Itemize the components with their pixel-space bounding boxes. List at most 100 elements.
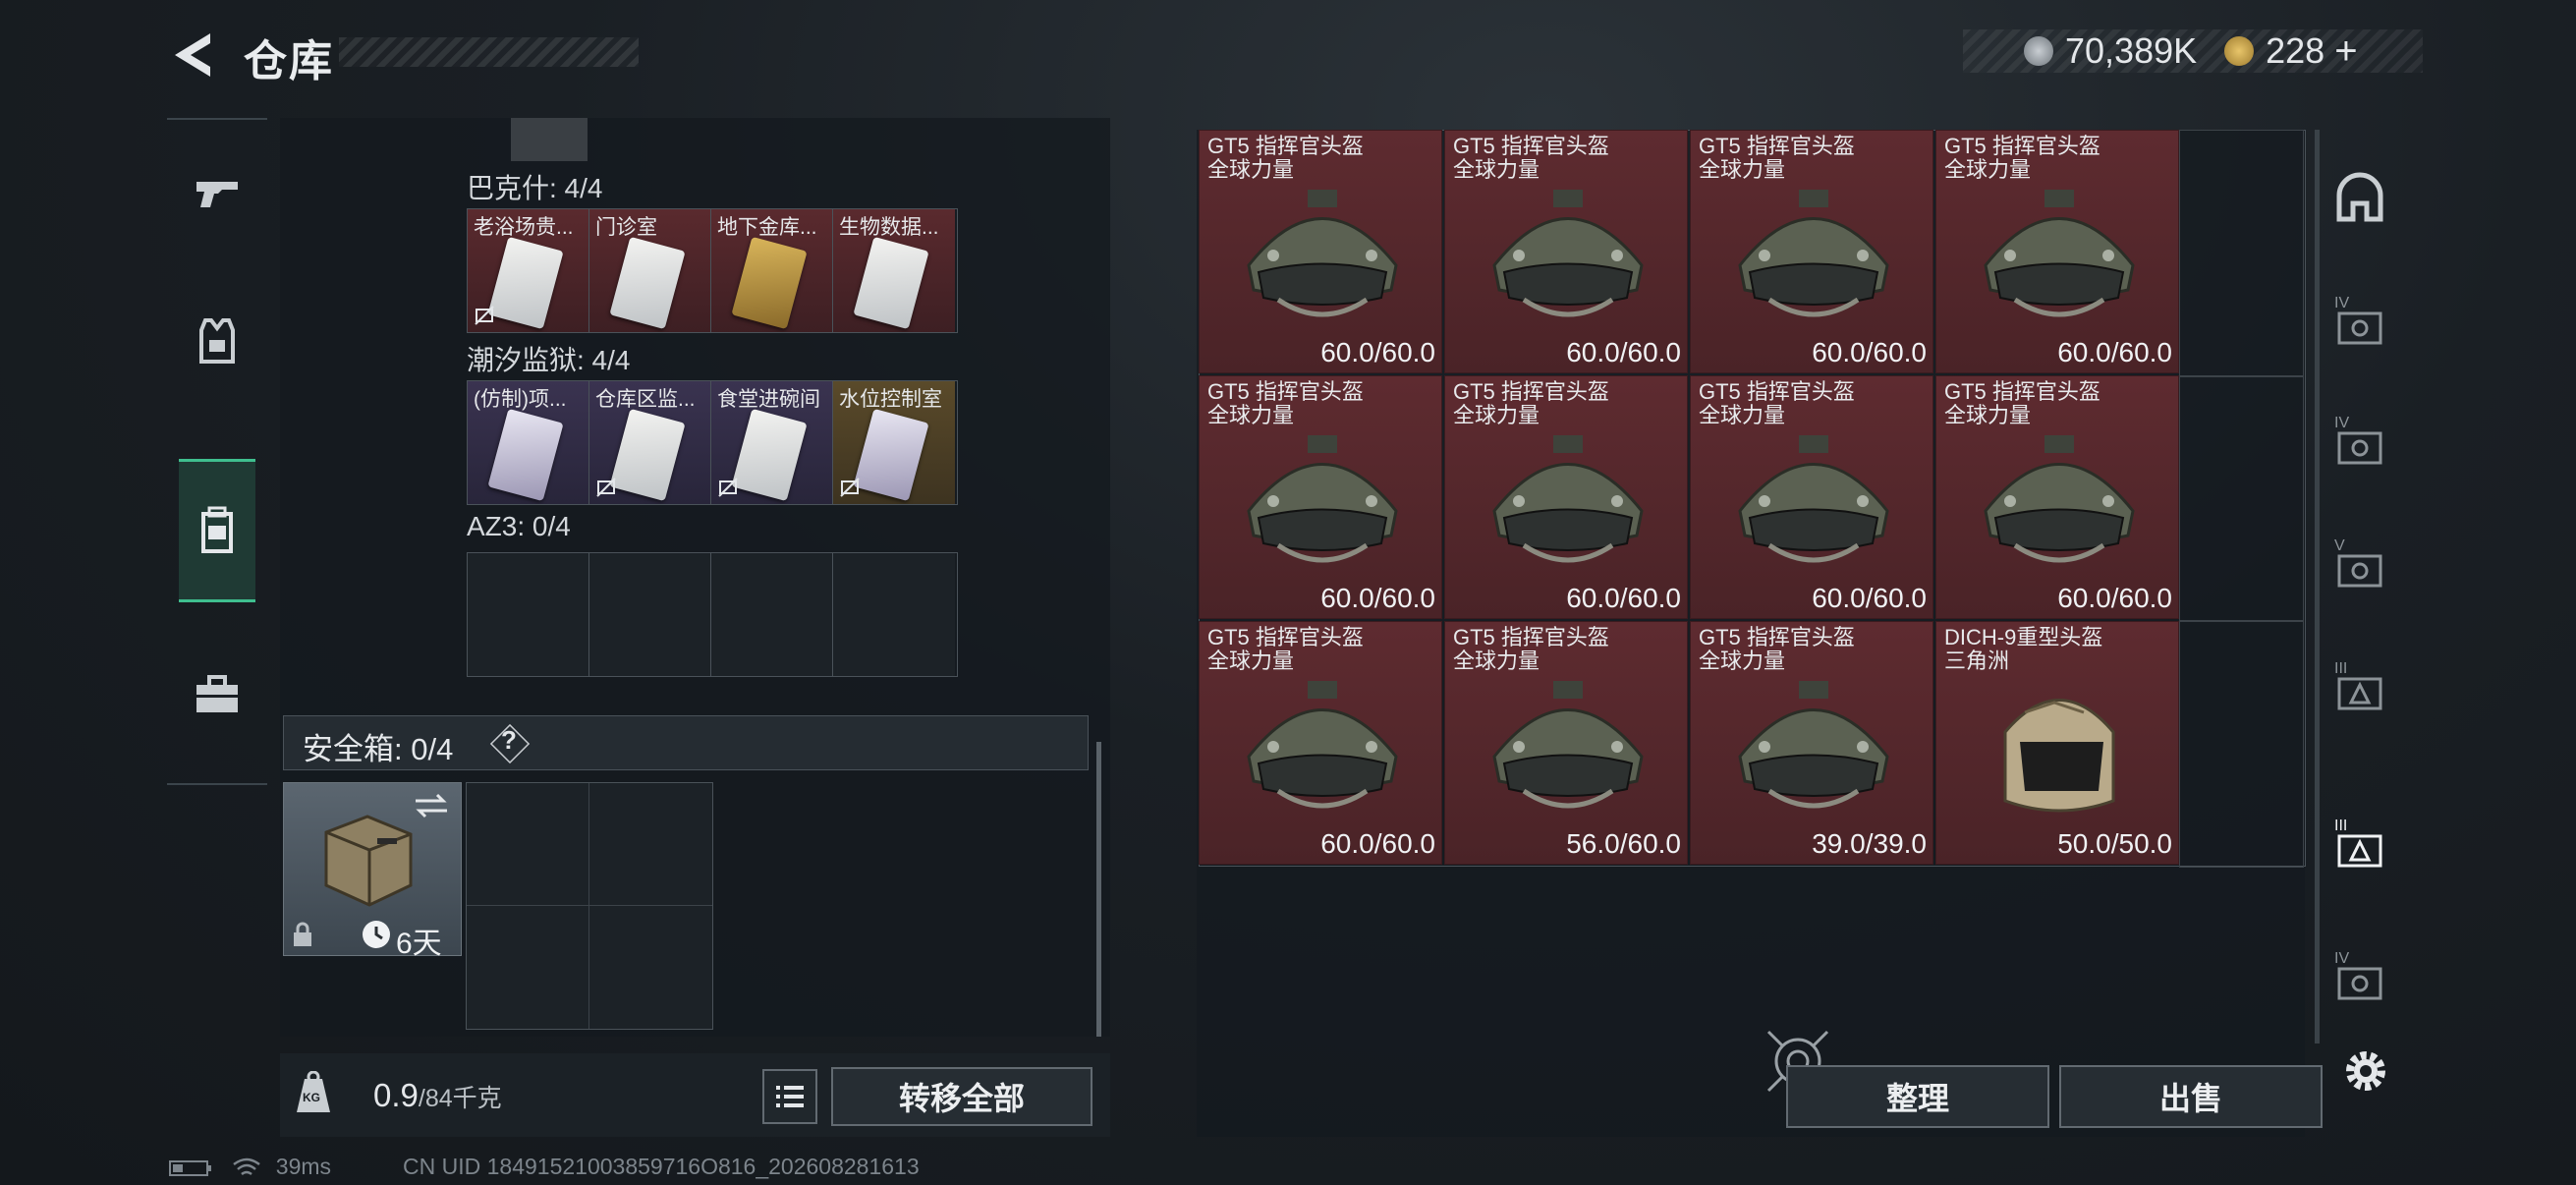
helmet-item[interactable]: GT5 指挥官头盔 全球力量 60.0/60.0 xyxy=(1690,375,1933,619)
helmet-name: GT5 指挥官头盔 全球力量 xyxy=(1699,626,1855,673)
keycard-name: (仿制)项... xyxy=(474,388,567,411)
grid-divider xyxy=(467,905,712,906)
helmet-name: GT5 指挥官头盔 全球力量 xyxy=(1699,380,1855,427)
helmet-title: GT5 指挥官头盔 xyxy=(1699,134,1855,158)
helmet-item[interactable]: GT5 指挥官头盔 全球力量 60.0/60.0 xyxy=(1199,130,1442,373)
keycard-slot[interactable]: 仓库区监... xyxy=(589,381,711,504)
helmet-durability: 60.0/60.0 xyxy=(1320,583,1435,613)
keycard-slot[interactable]: 食堂进碗间 xyxy=(711,381,833,504)
helmet-item[interactable]: GT5 指挥官头盔 全球力量 60.0/60.0 xyxy=(1444,130,1688,373)
keycard-image xyxy=(609,408,686,502)
empty-grid-cell[interactable] xyxy=(2179,130,2304,377)
helmet-item[interactable]: DICH-9重型头盔 三角洲 50.0/50.0 xyxy=(1935,621,2179,865)
helmet-faction: 全球力量 xyxy=(1207,157,1295,182)
helmet-faction: 全球力量 xyxy=(1453,157,1540,182)
helmet-item[interactable]: GT5 指挥官头盔 全球力量 56.0/60.0 xyxy=(1444,621,1688,865)
group-label: 潮汐监狱: 4/4 xyxy=(467,345,631,375)
safebox-grid[interactable] xyxy=(466,782,713,1030)
tactical-helmet-image xyxy=(1738,681,1889,809)
helmet-title: GT5 指挥官头盔 xyxy=(1207,134,1364,158)
sort-button[interactable]: 整理 xyxy=(1786,1065,2049,1128)
filter-tier[interactable]: III xyxy=(2330,660,2389,719)
filter-all[interactable] xyxy=(2330,169,2389,228)
filter-tier[interactable]: V xyxy=(2330,537,2389,596)
nav-toolbox[interactable] xyxy=(167,621,267,768)
add-currency-button[interactable]: + xyxy=(2334,29,2357,74)
empty-grid-cell[interactable] xyxy=(2179,620,2304,868)
tier-badge: IV xyxy=(2334,415,2350,431)
helmet-title: DICH-9重型头盔 xyxy=(1944,625,2103,649)
safebox-item[interactable]: 6天 xyxy=(283,782,462,960)
transfer-all-button[interactable]: 转移全部 xyxy=(831,1067,1092,1126)
sell-button[interactable]: 出售 xyxy=(2059,1065,2323,1128)
keycard-slot[interactable]: 水位控制室 xyxy=(833,381,955,504)
filter-tier[interactable]: IV xyxy=(2330,295,2389,354)
helmet-item[interactable]: GT5 指挥官头盔 全球力量 39.0/39.0 xyxy=(1690,621,1933,865)
helmet-faction: 全球力量 xyxy=(1207,649,1295,673)
pistol-icon xyxy=(196,182,238,207)
safebox-timer: 6天 xyxy=(396,928,442,960)
swap-icon[interactable] xyxy=(412,791,451,820)
tier-badge: V xyxy=(2334,537,2345,554)
empty-grid-cell[interactable] xyxy=(2179,374,2304,622)
filter-tier[interactable]: IV xyxy=(2330,415,2389,474)
helmet-faction: 全球力量 xyxy=(1944,403,2032,427)
keycard-name: 地下金库... xyxy=(717,216,817,239)
keycard-name: 生物数据... xyxy=(839,216,939,239)
helmet-item[interactable]: GT5 指挥官头盔 全球力量 60.0/60.0 xyxy=(1199,375,1442,619)
nav-weapons[interactable] xyxy=(167,120,267,267)
helmet-title: GT5 指挥官头盔 xyxy=(1944,379,2100,404)
clock-icon xyxy=(363,921,390,948)
keycard-slot[interactable]: 门诊室 xyxy=(589,209,711,332)
helmet-durability: 60.0/60.0 xyxy=(1320,337,1435,367)
settings-button[interactable] xyxy=(2336,1042,2395,1100)
currency-bar: 70,389K 228 + xyxy=(1963,29,2423,73)
nav-backpack[interactable] xyxy=(179,459,255,602)
keycard-name: 老浴场贵... xyxy=(474,216,574,239)
keycard-image xyxy=(487,236,564,330)
empty-slot[interactable] xyxy=(589,553,711,676)
keycard-slot[interactable]: 生物数据... xyxy=(833,209,955,332)
helmet-durability: 60.0/60.0 xyxy=(1566,583,1681,613)
empty-slot[interactable] xyxy=(468,553,589,676)
helmet-item[interactable]: GT5 指挥官头盔 全球力量 60.0/60.0 xyxy=(1690,130,1933,373)
keycard-image xyxy=(853,236,929,330)
group-label: AZ3: 0/4 xyxy=(467,511,571,541)
helmet-item[interactable]: GT5 指挥官头盔 全球力量 60.0/60.0 xyxy=(1935,130,2179,373)
weight-readout: 0.9/84千克 xyxy=(373,1077,502,1114)
gear-icon xyxy=(2346,1051,2385,1091)
helmet-faction: 全球力量 xyxy=(1453,403,1540,427)
keycard-image xyxy=(853,408,929,502)
helmet-faction: 全球力量 xyxy=(1207,403,1295,427)
helmet-item[interactable]: GT5 指挥官头盔 全球力量 60.0/60.0 xyxy=(1444,375,1688,619)
helmet-item[interactable]: GT5 指挥官头盔 全球力量 60.0/60.0 xyxy=(1935,375,2179,619)
vest-icon xyxy=(199,318,235,364)
nav-armor[interactable] xyxy=(167,267,267,415)
helmet-item[interactable]: GT5 指挥官头盔 全球力量 60.0/60.0 xyxy=(1199,621,1442,865)
empty-slot[interactable] xyxy=(711,553,833,676)
keycard-name: 门诊室 xyxy=(595,216,657,239)
helmet-name: GT5 指挥官头盔 全球力量 xyxy=(1453,135,1609,182)
tactical-helmet-image xyxy=(1984,190,2135,317)
filter-tier-active[interactable]: III xyxy=(2330,818,2389,876)
filter-tier[interactable]: IV xyxy=(2330,950,2389,1009)
keycard-slot[interactable]: 地下金库... xyxy=(711,209,833,332)
helmet-durability: 60.0/60.0 xyxy=(1320,828,1435,859)
no-entry-icon xyxy=(596,478,616,497)
scrollbar[interactable] xyxy=(1096,742,1101,1037)
status-bar: 39ms xyxy=(169,1154,331,1180)
keycard-name: 仓库区监... xyxy=(595,388,696,411)
empty-slot[interactable] xyxy=(833,553,955,676)
tactical-helmet-image xyxy=(1247,681,1398,809)
list-view-button[interactable] xyxy=(762,1069,817,1124)
grid-divider xyxy=(588,783,589,1029)
keycard-slot[interactable]: 老浴场贵... xyxy=(468,209,589,332)
currency-gold-amount: 228 xyxy=(2266,30,2325,71)
weight-icon-label: KG xyxy=(303,1091,320,1104)
tactical-helmet-image xyxy=(1738,435,1889,563)
helmet-durability: 56.0/60.0 xyxy=(1566,828,1681,859)
keycard-image xyxy=(609,236,686,330)
back-button[interactable] xyxy=(167,28,216,83)
currency-silver-amount: 70,389K xyxy=(2065,30,2198,71)
keycard-slot[interactable]: (仿制)项... xyxy=(468,381,589,504)
